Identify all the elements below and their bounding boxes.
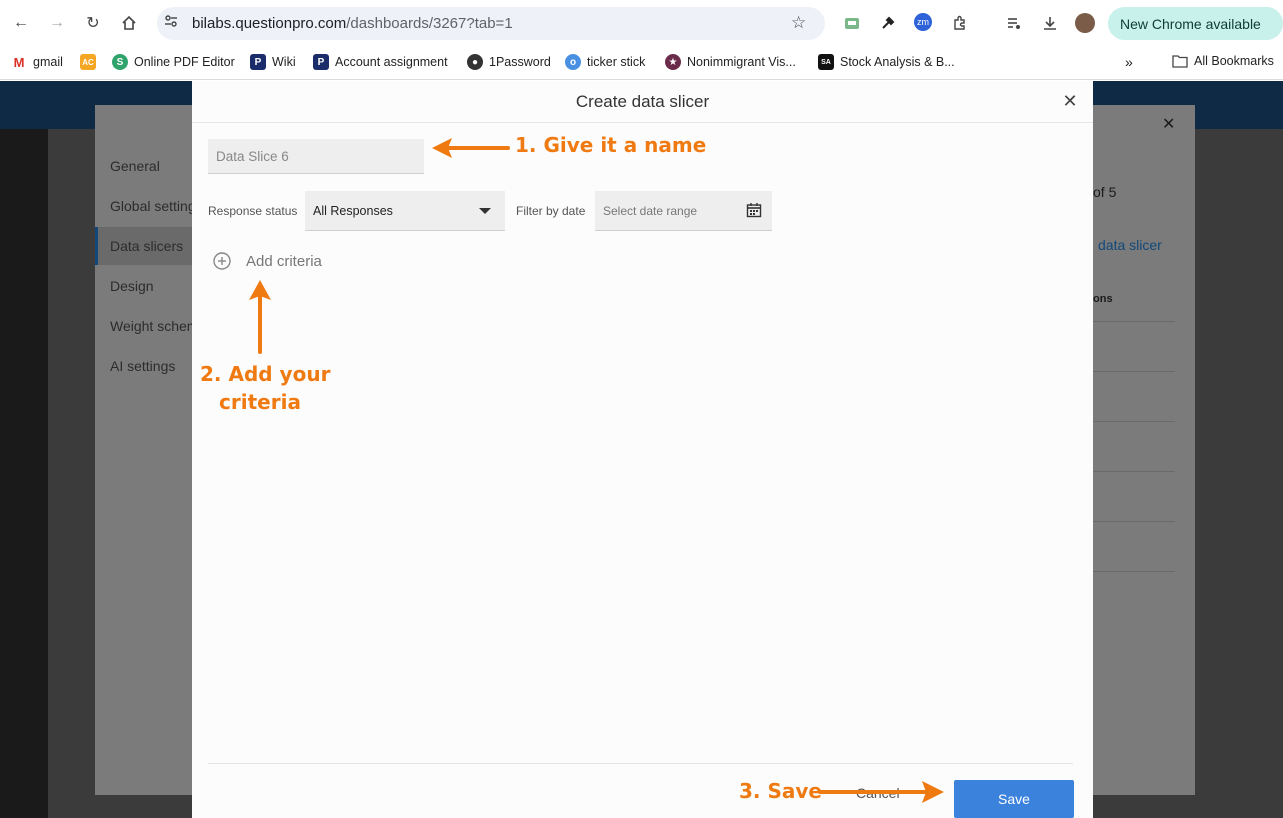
- modal-title: Create data slicer: [575, 92, 710, 111]
- gmail-icon: M: [13, 54, 25, 70]
- close-icon[interactable]: ✕: [1060, 91, 1080, 111]
- bookmark-label: gmail: [33, 55, 63, 69]
- circle-icon: o: [565, 54, 581, 70]
- forward-arrow-icon[interactable]: →: [46, 12, 68, 34]
- p-logo-icon: P: [313, 54, 329, 70]
- settings-menu-design[interactable]: Design: [110, 278, 154, 294]
- slicer-list-panel: [1093, 105, 1195, 795]
- caret-down-icon: [479, 208, 491, 214]
- bookmark-ac[interactable]: AC: [80, 54, 96, 70]
- extension-inbox-icon[interactable]: [842, 13, 862, 33]
- annotation-step2-line2: criteria: [219, 390, 301, 414]
- bookmark-star-icon[interactable]: ☆: [791, 13, 806, 33]
- seal-icon: ★: [665, 54, 681, 70]
- bookmarks-bar: Mgmail AC S Online PDF Editor P Wiki P Acco…: [0, 46, 1283, 80]
- bookmark-nonimmigrant-visa[interactable]: ★ Nonimmigrant Vis...: [665, 54, 796, 70]
- bookmarks-overflow-icon[interactable]: »: [1125, 54, 1133, 70]
- ac-icon: AC: [80, 54, 96, 70]
- bookmark-label: Account assignment: [335, 55, 448, 69]
- filter-by-date-label: Filter by date: [516, 204, 586, 218]
- all-bookmarks-label: All Bookmarks: [1194, 54, 1274, 68]
- close-panel-icon[interactable]: ✕: [1162, 114, 1175, 134]
- bookmark-label: ticker stick: [587, 55, 646, 69]
- bookmark-label: Online PDF Editor: [134, 55, 235, 69]
- bookmark-label: 1Password: [489, 55, 551, 69]
- media-queue-icon[interactable]: [1004, 13, 1024, 33]
- divider: [1093, 371, 1175, 372]
- annotation-arrow-criteria: [249, 280, 271, 354]
- settings-menu-general[interactable]: General: [110, 158, 160, 174]
- app-sidebar: [0, 129, 48, 818]
- divider: [1093, 571, 1175, 572]
- slicer-name-input[interactable]: [208, 139, 424, 174]
- p-logo-icon: P: [250, 54, 266, 70]
- bookmark-1password[interactable]: ● 1Password: [467, 54, 551, 70]
- back-arrow-icon[interactable]: ←: [10, 12, 32, 34]
- bookmark-online-pdf-editor[interactable]: S Online PDF Editor: [112, 54, 235, 70]
- divider: [1093, 421, 1175, 422]
- settings-menu-ai-settings[interactable]: AI settings: [110, 358, 175, 374]
- add-criteria-label: Add criteria: [246, 252, 322, 270]
- sa-icon: SA: [818, 54, 834, 70]
- pdf-editor-icon: S: [112, 54, 128, 70]
- annotation-step2-line1: 2. Add your: [200, 362, 331, 386]
- all-bookmarks[interactable]: All Bookmarks: [1172, 54, 1274, 68]
- save-button[interactable]: Save: [954, 780, 1074, 818]
- globe-icon: ●: [467, 54, 483, 70]
- bookmark-label: Wiki: [272, 55, 296, 69]
- bookmark-ticker-stick[interactable]: o ticker stick: [565, 54, 645, 70]
- reload-icon[interactable]: ↻: [82, 12, 104, 34]
- url-text[interactable]: bilabs.questionpro.com/dashboards/3267?t…: [192, 15, 513, 32]
- bookmark-label: Nonimmigrant Vis...: [687, 55, 796, 69]
- date-range-input[interactable]: Select date range: [595, 191, 772, 231]
- download-icon[interactable]: [1040, 13, 1060, 33]
- annotation-arrow-name: [432, 138, 510, 158]
- profile-avatar[interactable]: [1075, 13, 1095, 33]
- annotation-step3: 3. Save: [739, 779, 822, 803]
- annotation-step2: 2. Add your criteria: [200, 360, 331, 416]
- bookmark-wiki[interactable]: P Wiki: [250, 54, 296, 70]
- url-domain: bilabs.questionpro.com: [192, 15, 347, 32]
- browser-toolbar: ← → ↻ bilabs.questionpro.com/dashboards/…: [0, 0, 1283, 46]
- site-settings-icon[interactable]: [163, 13, 183, 33]
- bookmark-label: Stock Analysis & B...: [840, 55, 955, 69]
- add-criteria-button[interactable]: Add criteria: [212, 251, 322, 271]
- response-status-label: Response status: [208, 204, 298, 218]
- divider: [1093, 521, 1175, 522]
- date-range-placeholder: Select date range: [603, 204, 698, 218]
- new-chrome-available-button[interactable]: New Chrome available: [1108, 7, 1283, 40]
- table-header: ons: [1093, 293, 1113, 305]
- extensions-puzzle-icon[interactable]: [950, 13, 970, 33]
- create-data-slicer-button[interactable]: data slicer: [1098, 237, 1162, 253]
- home-icon[interactable]: [118, 12, 140, 34]
- bookmark-gmail[interactable]: Mgmail: [11, 54, 63, 70]
- response-status-value: All Responses: [313, 204, 393, 218]
- settings-menu-data-slicers[interactable]: Data slicers: [110, 238, 183, 254]
- bookmark-stock-analysis[interactable]: SA Stock Analysis & B...: [818, 54, 955, 70]
- calendar-icon[interactable]: [746, 202, 762, 218]
- response-status-select[interactable]: All Responses: [305, 191, 505, 231]
- create-data-slicer-modal: Create data slicer ✕ Response status All…: [192, 81, 1093, 818]
- footer-divider: [208, 763, 1073, 764]
- zoom-extension-icon[interactable]: zm: [914, 13, 932, 31]
- divider: [1093, 321, 1175, 322]
- modal-header: Create data slicer ✕: [192, 81, 1093, 123]
- pager-text: of 5: [1093, 184, 1117, 200]
- divider: [1093, 471, 1175, 472]
- folder-icon: [1172, 55, 1188, 68]
- settings-menu-global-settings[interactable]: Global settings: [110, 198, 203, 214]
- plus-circle-icon: [213, 252, 231, 270]
- url-path: /dashboards/3267?tab=1: [346, 15, 513, 32]
- eyedropper-icon[interactable]: [878, 13, 898, 33]
- annotation-arrow-save: [818, 781, 944, 803]
- bookmark-account-assignment[interactable]: P Account assignment: [313, 54, 448, 70]
- annotation-step1: 1. Give it a name: [515, 133, 707, 157]
